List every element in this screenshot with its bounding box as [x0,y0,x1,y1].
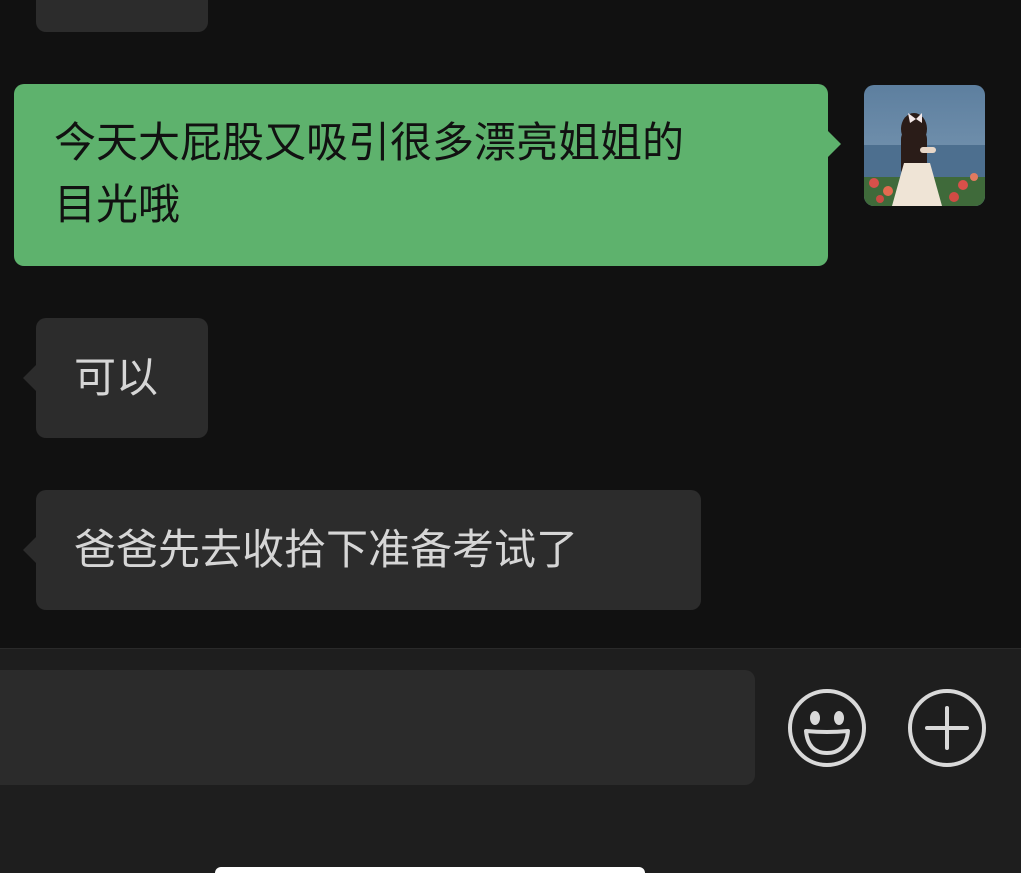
message-bubble-incoming[interactable]: 爸爸先去收拾下准备考试了 [23,490,701,610]
message-bubble-incoming[interactable]: 可以 [23,318,208,438]
message-bubble-partial[interactable] [36,0,208,32]
message-text: 可以 [74,353,159,402]
message-bubble-outgoing[interactable]: 今天大屁股又吸引很多漂亮姐姐的 目光哦 [14,84,841,266]
input-bar [0,648,1021,873]
home-indicator [215,867,645,873]
message-list: 今天大屁股又吸引很多漂亮姐姐的 目光哦 可以 爸爸先去收拾下准备考试了 [0,0,1021,648]
message-input[interactable] [0,670,755,785]
message-text: 爸爸先去收拾下准备考试了 [74,525,579,574]
bubble-tail [827,130,841,158]
avatar[interactable] [864,85,985,206]
bubble-tail [23,536,37,564]
avatar-image [864,85,985,206]
plus-button[interactable] [906,687,988,769]
message-text: 今天大屁股又吸引很多漂亮姐姐的 [54,118,685,167]
emoji-button[interactable] [786,687,868,769]
bubble-tail [23,364,37,392]
plus-circle-icon [908,689,986,767]
smiley-face-icon [788,689,866,767]
message-text: 目光哦 [54,180,181,229]
chat-screen: 今天大屁股又吸引很多漂亮姐姐的 目光哦 可以 爸爸先去收拾下准备考试了 [0,0,1021,873]
